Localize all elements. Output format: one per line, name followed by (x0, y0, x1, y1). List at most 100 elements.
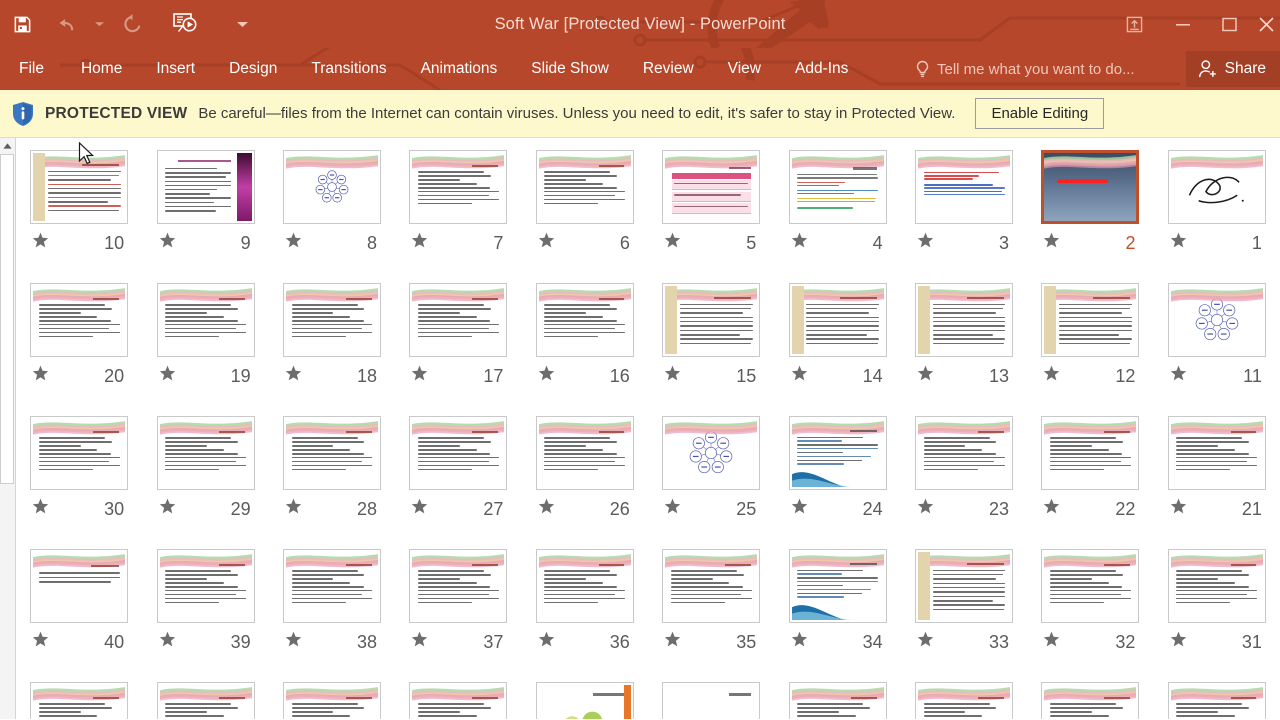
slide-thumbnail-10[interactable] (30, 150, 129, 224)
slide-cell-39[interactable]: 39 (142, 543, 268, 676)
slide-cell-43[interactable]: 43 (901, 676, 1027, 719)
slide-thumbnail-28[interactable] (283, 416, 382, 490)
tab-review[interactable]: Review (626, 48, 711, 90)
slide-thumbnail-42[interactable] (1041, 682, 1140, 719)
close-button[interactable] (1252, 0, 1280, 48)
slide-thumbnail-6[interactable] (535, 150, 634, 224)
slide-thumbnail-32[interactable] (1041, 549, 1140, 623)
star-icon[interactable] (538, 232, 555, 253)
slide-thumbnail-43[interactable] (915, 682, 1014, 719)
slide-cell-25[interactable]: 25 (648, 410, 774, 543)
slide-cell-33[interactable]: 33 (901, 543, 1027, 676)
slide-cell-22[interactable]: 22 (1027, 410, 1153, 543)
star-icon[interactable] (1043, 498, 1060, 519)
slide-cell-47[interactable]: 47 (395, 676, 521, 719)
star-icon[interactable] (1170, 631, 1187, 652)
slide-thumbnail-48[interactable] (283, 682, 382, 719)
slide-thumbnail-37[interactable] (409, 549, 508, 623)
star-icon[interactable] (791, 232, 808, 253)
star-icon[interactable] (664, 232, 681, 253)
star-icon[interactable] (664, 365, 681, 386)
tab-file[interactable]: File (0, 48, 64, 90)
slide-thumbnail-14[interactable] (788, 283, 887, 357)
star-icon[interactable] (1170, 365, 1187, 386)
slide-cell-14[interactable]: 14 (774, 277, 900, 410)
star-icon[interactable] (411, 498, 428, 519)
slide-cell-27[interactable]: 27 (395, 410, 521, 543)
slide-thumbnail-21[interactable] (1167, 416, 1266, 490)
star-icon[interactable] (411, 365, 428, 386)
star-icon[interactable] (411, 232, 428, 253)
star-icon[interactable] (538, 631, 555, 652)
slide-cell-24[interactable]: 24 (774, 410, 900, 543)
star-icon[interactable] (285, 232, 302, 253)
slide-cell-30[interactable]: 30 (16, 410, 142, 543)
slide-thumbnail-44[interactable] (788, 682, 887, 719)
tab-add-ins[interactable]: Add-Ins (778, 48, 865, 90)
undo-button[interactable] (44, 0, 88, 48)
slide-thumbnail-45[interactable] (662, 682, 761, 719)
slide-cell-11[interactable]: 11 (1154, 277, 1280, 410)
slide-cell-13[interactable]: 13 (901, 277, 1027, 410)
slide-thumbnail-30[interactable] (30, 416, 129, 490)
star-icon[interactable] (917, 631, 934, 652)
slide-cell-45[interactable]: 45 (648, 676, 774, 719)
slide-cell-34[interactable]: 34 (774, 543, 900, 676)
slide-cell-49[interactable]: 49 (142, 676, 268, 719)
slide-cell-5[interactable]: 5 (648, 144, 774, 277)
star-icon[interactable] (664, 498, 681, 519)
save-button[interactable] (0, 0, 44, 48)
slide-cell-10[interactable]: 10 (16, 144, 142, 277)
slide-cell-38[interactable]: 38 (269, 543, 395, 676)
vertical-scrollbar[interactable] (0, 138, 16, 719)
scroll-up-button[interactable] (0, 138, 15, 154)
slide-thumbnail-1[interactable] (1167, 150, 1266, 224)
slide-thumbnail-19[interactable] (156, 283, 255, 357)
slide-cell-23[interactable]: 23 (901, 410, 1027, 543)
star-icon[interactable] (159, 365, 176, 386)
slide-cell-29[interactable]: 29 (142, 410, 268, 543)
star-icon[interactable] (791, 631, 808, 652)
slide-cell-2[interactable]: 2 (1027, 144, 1153, 277)
slide-cell-31[interactable]: 31 (1154, 543, 1280, 676)
slide-cell-20[interactable]: 20 (16, 277, 142, 410)
slide-cell-44[interactable]: 44 (774, 676, 900, 719)
slide-cell-40[interactable]: 40 (16, 543, 142, 676)
share-button[interactable]: Share (1185, 51, 1280, 87)
slide-cell-37[interactable]: 37 (395, 543, 521, 676)
slide-thumbnail-15[interactable] (662, 283, 761, 357)
slide-thumbnail-2[interactable] (1041, 150, 1140, 224)
slide-cell-21[interactable]: 21 (1154, 410, 1280, 543)
star-icon[interactable] (538, 498, 555, 519)
slide-cell-1[interactable]: 1 (1154, 144, 1280, 277)
star-icon[interactable] (32, 631, 49, 652)
star-icon[interactable] (791, 365, 808, 386)
slide-thumbnail-24[interactable] (788, 416, 887, 490)
tell-me-search[interactable]: Tell me what you want to do... (915, 48, 1135, 90)
slide-cell-3[interactable]: 3 (901, 144, 1027, 277)
tab-animations[interactable]: Animations (404, 48, 515, 90)
star-icon[interactable] (285, 631, 302, 652)
slide-cell-48[interactable]: 48 (269, 676, 395, 719)
slide-cell-9[interactable]: 9 (142, 144, 268, 277)
slide-thumbnail-38[interactable] (283, 549, 382, 623)
slide-thumbnail-3[interactable] (915, 150, 1014, 224)
slide-cell-16[interactable]: 16 (522, 277, 648, 410)
slide-thumbnail-13[interactable] (915, 283, 1014, 357)
maximize-button[interactable] (1206, 0, 1252, 48)
slide-cell-41[interactable]: 41 (1154, 676, 1280, 719)
slide-thumbnail-4[interactable] (788, 150, 887, 224)
star-icon[interactable] (1043, 232, 1060, 253)
slide-thumbnail-49[interactable] (156, 682, 255, 719)
slide-cell-35[interactable]: 35 (648, 543, 774, 676)
slide-cell-32[interactable]: 32 (1027, 543, 1153, 676)
tab-insert[interactable]: Insert (139, 48, 212, 90)
slide-thumbnail-50[interactable] (30, 682, 129, 719)
slide-cell-12[interactable]: 12 (1027, 277, 1153, 410)
slide-thumbnail-31[interactable] (1167, 549, 1266, 623)
slide-thumbnail-40[interactable] (30, 549, 129, 623)
star-icon[interactable] (1170, 498, 1187, 519)
slide-thumbnail-47[interactable] (409, 682, 508, 719)
slide-thumbnail-33[interactable] (915, 549, 1014, 623)
star-icon[interactable] (159, 498, 176, 519)
